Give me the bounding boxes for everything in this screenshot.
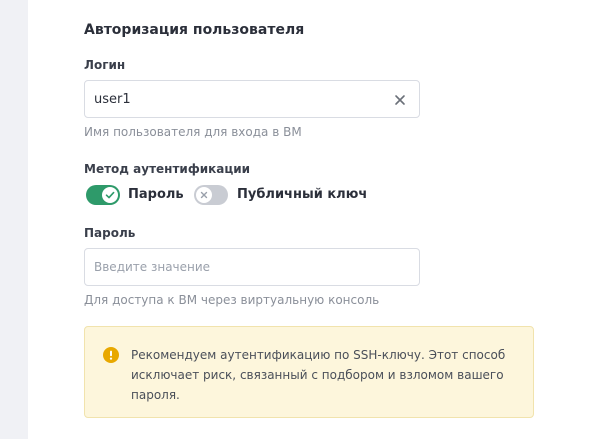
sidebar-strip <box>0 0 28 439</box>
public-key-toggle[interactable] <box>194 185 228 205</box>
password-input[interactable] <box>94 249 384 285</box>
password-option-label: Пароль <box>128 187 184 202</box>
password-field <box>84 248 420 286</box>
check-icon <box>105 191 115 199</box>
section-title: Авторизация пользователя <box>84 22 305 38</box>
auth-method-label: Метод аутентификации <box>84 162 251 176</box>
password-label: Пароль <box>84 226 136 240</box>
warning-icon <box>103 347 119 363</box>
close-icon <box>200 191 208 199</box>
login-hint: Имя пользователя для входа в ВМ <box>84 125 302 139</box>
password-hint: Для доступа к ВМ через виртуальную консо… <box>84 293 380 307</box>
clear-icon[interactable] <box>393 92 407 106</box>
auth-method-toggles: Пароль Публичный ключ <box>84 184 424 206</box>
login-input[interactable] <box>94 81 384 117</box>
ssh-recommendation-notice: Рекомендуем аутентификацию по SSH-ключу.… <box>84 326 534 418</box>
notice-text: Рекомендуем аутентификацию по SSH-ключу.… <box>131 348 506 402</box>
login-label: Логин <box>84 58 126 72</box>
password-toggle[interactable] <box>86 185 120 205</box>
public-key-option-label: Публичный ключ <box>237 187 368 202</box>
login-field <box>84 80 420 118</box>
